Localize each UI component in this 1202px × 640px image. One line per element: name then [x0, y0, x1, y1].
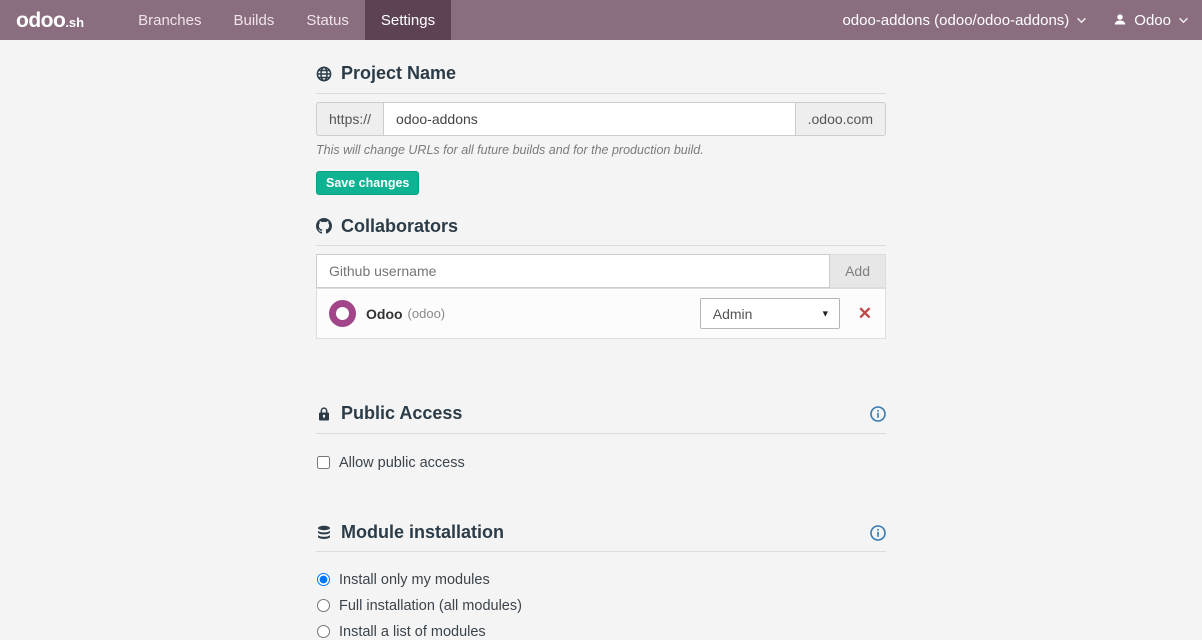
nav-item-label: Branches	[138, 12, 201, 29]
install-my-modules-radio[interactable]	[317, 573, 330, 586]
navbar-menu: Branches Builds Status Settings	[122, 0, 451, 40]
section-module-installation: Module installation Install only my modu…	[316, 522, 886, 640]
nav-item-builds[interactable]: Builds	[217, 0, 290, 40]
module-installation-header: Module installation	[316, 522, 886, 553]
info-icon[interactable]	[870, 406, 886, 422]
full-installation-radio[interactable]	[317, 599, 330, 612]
nav-item-status[interactable]: Status	[290, 0, 365, 40]
full-installation-label[interactable]: Full installation (all modules)	[339, 598, 522, 614]
role-select-wrap: Admin ▼	[700, 298, 840, 329]
module-installation-options: Install only my modules Full installatio…	[316, 571, 886, 640]
lock-icon	[316, 406, 332, 422]
database-icon	[316, 525, 332, 541]
section-public-access: Public Access Allow public access	[316, 403, 886, 471]
page-section-title: Collaborators	[341, 216, 458, 238]
brand-text: odoo	[16, 10, 65, 31]
collaborator-role-select[interactable]: Admin	[701, 299, 839, 328]
module-option-row: Install only my modules	[316, 571, 886, 588]
collaborator-name: Odoo	[366, 306, 403, 322]
github-username-input[interactable]	[316, 254, 830, 288]
brand-suffix-text: .sh	[65, 16, 84, 29]
nav-item-label: Status	[306, 12, 349, 29]
project-dropdown-label: odoo-addons (odoo/odoo-addons)	[842, 12, 1069, 29]
install-list-label[interactable]: Install a list of modules	[339, 624, 486, 640]
project-name-header: Project Name	[316, 63, 886, 94]
collaborators-header: Collaborators	[316, 216, 886, 247]
user-dropdown[interactable]: Odoo	[1100, 0, 1202, 40]
section-project-name: Project Name https:// .odoo.com This wil…	[316, 63, 886, 195]
collaborator-row: Odoo (odoo) Admin ▼ ✕	[316, 288, 886, 339]
user-dropdown-label: Odoo	[1134, 12, 1171, 29]
nav-item-label: Settings	[381, 12, 435, 29]
page-section-title: Public Access	[341, 403, 462, 425]
allow-public-access-row: Allow public access	[316, 455, 886, 471]
install-list-radio[interactable]	[317, 625, 330, 638]
nav-item-settings[interactable]: Settings	[365, 0, 451, 40]
allow-public-access-checkbox[interactable]	[317, 456, 330, 469]
user-icon	[1113, 13, 1127, 27]
odoo-sh-logo[interactable]: odoo.sh	[0, 0, 100, 40]
allow-public-access-label[interactable]: Allow public access	[339, 455, 465, 471]
install-my-modules-label[interactable]: Install only my modules	[339, 572, 490, 588]
page-section-title: Project Name	[341, 63, 456, 85]
chevron-down-icon	[1178, 17, 1189, 24]
settings-content: Project Name https:// .odoo.com This wil…	[316, 40, 886, 640]
url-prefix-addon: https://	[316, 102, 383, 136]
nav-item-label: Builds	[233, 12, 274, 29]
remove-collaborator-button[interactable]: ✕	[858, 305, 872, 322]
page-section-title: Module installation	[341, 522, 504, 544]
save-changes-button[interactable]: Save changes	[316, 171, 419, 195]
section-collaborators: Collaborators Add Odoo (odoo) Admin ▼ ✕	[316, 216, 886, 340]
project-dropdown[interactable]: odoo-addons (odoo/odoo-addons)	[829, 0, 1100, 40]
project-url-group: https:// .odoo.com	[316, 102, 886, 136]
module-option-row: Full installation (all modules)	[316, 597, 886, 614]
collaborator-avatar	[329, 300, 356, 327]
project-name-help-text: This will change URLs for all future bui…	[316, 143, 886, 157]
project-name-input[interactable]	[383, 102, 796, 136]
add-collaborator-group: Add	[316, 254, 886, 288]
url-suffix-addon: .odoo.com	[796, 102, 886, 136]
nav-item-branches[interactable]: Branches	[122, 0, 217, 40]
add-collaborator-button[interactable]: Add	[830, 254, 886, 288]
globe-icon	[316, 66, 332, 82]
public-access-header: Public Access	[316, 403, 886, 434]
info-icon[interactable]	[870, 525, 886, 541]
collaborator-username: (odoo)	[408, 306, 446, 321]
chevron-down-icon	[1076, 17, 1087, 24]
github-icon	[316, 218, 332, 234]
module-option-row: Install a list of modules	[316, 623, 886, 640]
navbar-right: odoo-addons (odoo/odoo-addons) Odoo	[829, 0, 1202, 40]
top-navbar: odoo.sh Branches Builds Status Settings …	[0, 0, 1202, 40]
